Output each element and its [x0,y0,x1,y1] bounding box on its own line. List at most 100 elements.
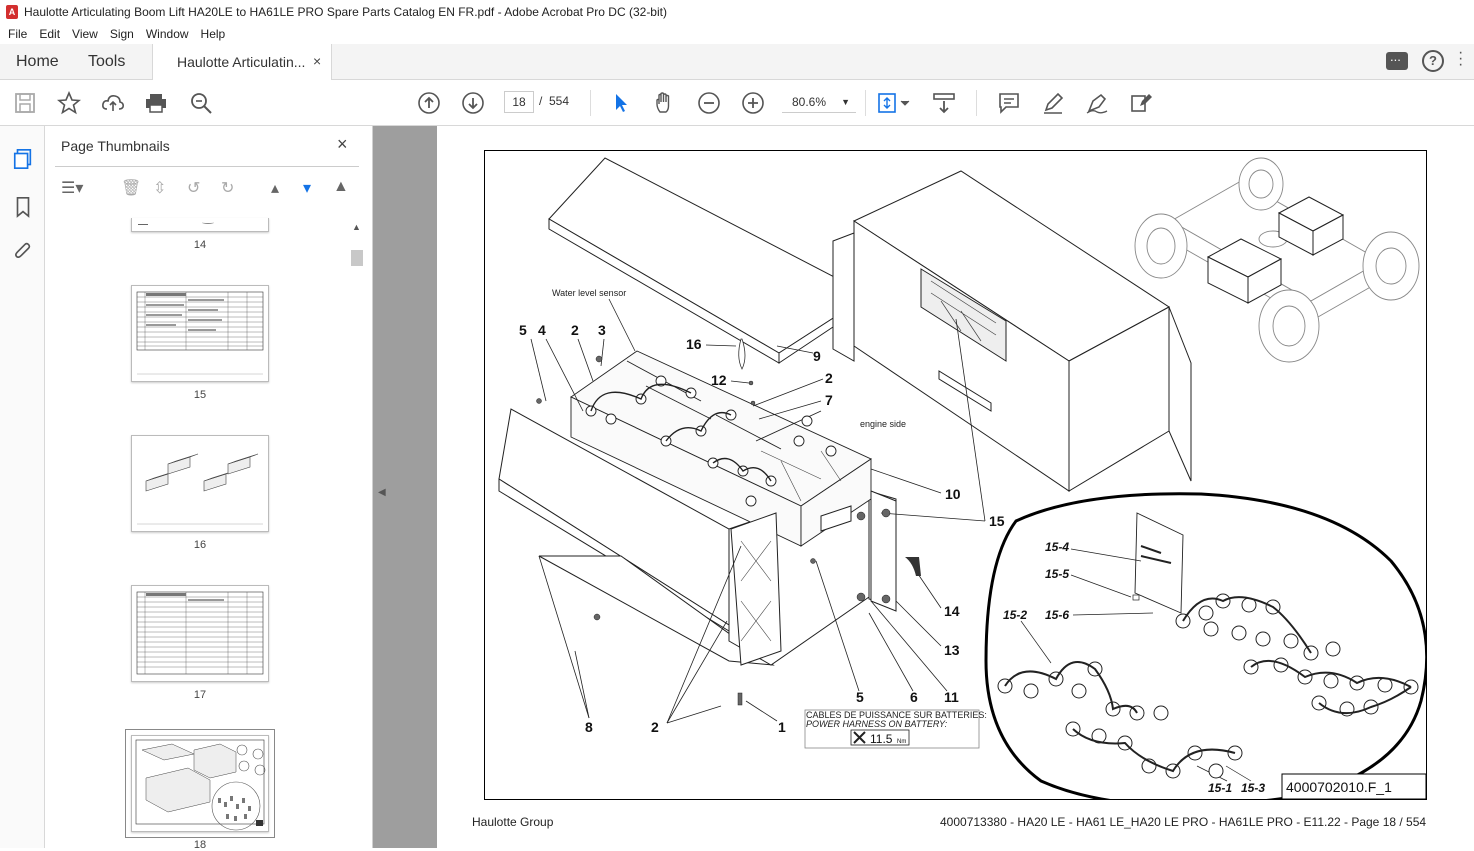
zoom-in-icon[interactable] [741,91,765,115]
rotate-right-icon[interactable]: ↻ [221,178,234,198]
left-rail [0,126,45,848]
menu-edit[interactable]: Edit [39,27,60,41]
menu-help[interactable]: Help [201,27,226,41]
page-thumbnails-icon[interactable] [12,148,34,170]
acrobat-icon: A [6,5,18,19]
comment-icon[interactable] [1386,49,1408,70]
detail-label-plate [1134,512,1184,614]
upload-cloud-icon[interactable] [101,91,125,115]
bookmarks-icon[interactable] [12,196,34,218]
menu-bar: File Edit View Sign Window Help [0,24,1474,44]
insert-page-icon[interactable]: ⇳ [153,178,166,198]
zoom-out-icon[interactable] [697,91,721,115]
callout: 16 [686,336,702,352]
torque-label-en: POWER HARNESS ON BATTERY: [806,719,948,729]
thumbnail-label: 18 [193,839,207,851]
thumbnail-page-14[interactable] [131,218,269,232]
zoom-out-thumbnails-icon[interactable]: ▴ [271,178,279,198]
thumbnail-page-18[interactable] [131,735,269,832]
toolbar-divider [865,90,866,116]
help-icon[interactable]: ? [1422,50,1444,72]
thumbnail-toolbar: ☰▾ 🗑 ⇳ ↺ ↻ ▴ ▾ ▲ [59,176,359,204]
callout: 1 [778,719,786,735]
tab-document[interactable]: Haulotte Articulatin... × [152,44,332,80]
print-icon[interactable] [144,91,168,115]
options-menu-icon[interactable]: ☰▾ [61,178,83,198]
panel-title: Page Thumbnails [61,138,170,154]
menu-sign[interactable]: Sign [110,27,134,41]
page-separator: / [539,94,543,108]
callout: 12 [711,372,727,388]
collapse-panel-icon[interactable]: ◀ [378,487,386,498]
torque-value: 11.5 [870,732,893,746]
zoom-search-icon[interactable] [189,91,213,115]
previous-page-icon[interactable] [417,91,441,115]
scrollbar-thumb[interactable] [351,250,363,266]
main-toolbar: 18 / 554 80.6% ▼ [0,80,1474,126]
tab-tools[interactable]: Tools [88,53,125,71]
sign-pen-icon[interactable] [1085,91,1109,115]
toolbar-divider [590,90,591,116]
thumbnail-label: 17 [193,689,207,701]
hand-tool-icon[interactable] [653,91,677,115]
highlight-pen-icon[interactable] [1041,91,1065,115]
close-tab-icon[interactable]: × [313,53,321,69]
callout: 6 [910,689,918,705]
thumbnail-page-17[interactable] [131,585,269,682]
more-options-icon[interactable]: · · · [1458,45,1464,73]
detail-callout: 15-5 [1045,567,1069,581]
scroll-up-icon[interactable]: ▲ [352,222,361,232]
rotate-left-icon[interactable]: ↺ [187,178,200,198]
callout: 15 [989,513,1005,529]
detail-callout: 15-1 [1208,781,1232,795]
footer-page-info: 4000713380 - HA20 LE - HA61 LE_HA20 LE P… [940,815,1427,829]
save-icon[interactable] [13,91,37,115]
chevron-down-icon: ▼ [841,97,850,107]
close-panel-icon[interactable]: × [337,134,348,155]
thumbnail-label: 15 [193,389,207,401]
menu-file[interactable]: File [8,27,27,41]
water-level-sensor [738,338,746,370]
callout: 2 [571,322,579,338]
next-page-icon[interactable] [461,91,485,115]
drawing-reference: 4000702010.F_1 [1286,779,1392,795]
select-cursor-icon[interactable] [609,91,633,115]
callout: 2 [825,370,833,386]
fit-page-icon[interactable] [876,91,912,115]
page-number-input[interactable]: 18 [504,91,534,113]
detail-callout: 15-2 [1003,608,1027,622]
thumbnail-size-slider-icon[interactable]: ▾ [303,178,311,198]
delete-page-icon[interactable]: 🗑 [121,178,141,198]
detail-callout: 15-4 [1045,540,1069,554]
callout: 7 [825,392,833,408]
zoom-level-select[interactable]: 80.6% ▼ [782,91,856,113]
zoom-in-thumbnails-icon[interactable]: ▲ [333,178,349,196]
thumbnail-page-16[interactable] [131,435,269,532]
total-pages: 554 [549,94,570,108]
title-bar: A Haulotte Articulating Boom Lift HA20LE… [0,0,1474,24]
thumbnail-scrollbar[interactable]: ▲ [350,222,364,848]
callout: 11 [944,689,959,705]
bookmark-star-icon[interactable] [56,90,82,115]
add-comment-icon[interactable] [997,91,1021,115]
scroll-mode-icon[interactable] [932,91,956,115]
attachments-icon[interactable] [12,240,34,262]
callout: 4 [538,322,546,338]
thumbnail-page-15[interactable] [131,285,269,382]
panel-divider [55,166,359,167]
toolbar-divider [976,90,977,116]
battery-lid [548,157,870,364]
tab-bar: Home Tools Haulotte Articulatin... × ? ·… [0,44,1474,80]
thumbnail-label: 14 [193,239,207,251]
callout: 8 [585,719,593,735]
menu-view[interactable]: View [72,27,98,41]
callout: 2 [651,719,659,735]
callout: 5 [856,689,864,705]
callout: 13 [944,642,960,658]
tab-document-label: Haulotte Articulatin... [177,54,306,70]
edit-pdf-icon[interactable] [1129,91,1153,115]
menu-window[interactable]: Window [146,27,189,41]
detail-callout: 15-3 [1241,781,1265,795]
tab-home[interactable]: Home [16,53,59,71]
battery-cover [832,170,1192,492]
